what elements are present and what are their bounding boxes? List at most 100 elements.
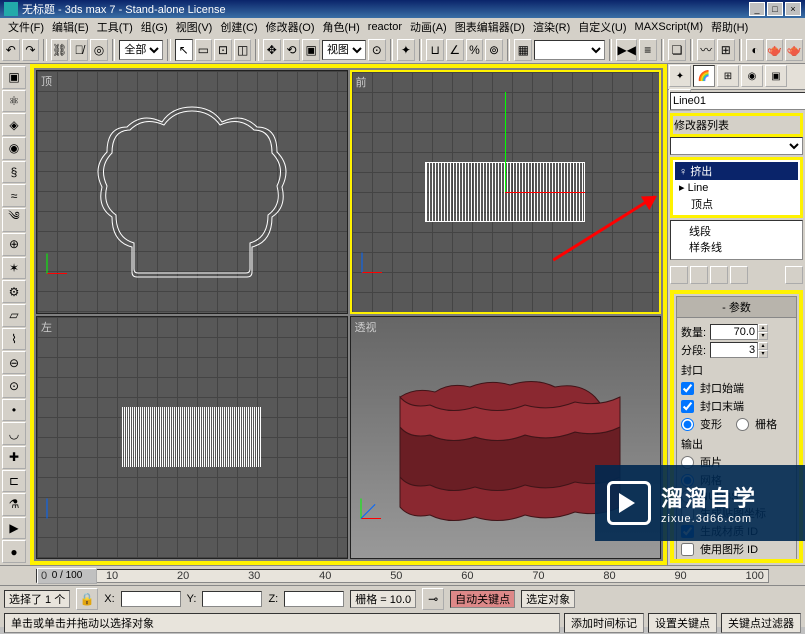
autokey-button[interactable]: 自动关键点 (450, 590, 515, 608)
quick-render-button[interactable]: 🫖 (785, 39, 803, 61)
close-button[interactable]: × (785, 2, 801, 16)
curve-editor-button[interactable]: 〰 (697, 39, 715, 61)
move-button[interactable]: ✥ (263, 39, 281, 61)
time-tag-button[interactable]: 添加时间标记 (564, 613, 644, 633)
pin-stack-icon[interactable] (670, 266, 688, 284)
remove-mod-icon[interactable] (730, 266, 748, 284)
keyfilter-button[interactable]: 关键点过滤器 (721, 613, 801, 633)
make-unique-icon[interactable] (710, 266, 728, 284)
setkey-button[interactable]: 设置关键点 (648, 613, 717, 633)
cap-end-check[interactable] (681, 400, 694, 413)
morph-radio[interactable] (681, 418, 694, 431)
spring-icon[interactable]: ⌇ (2, 328, 26, 351)
menu-customize[interactable]: 自定义(U) (574, 19, 630, 35)
window-crossing-button[interactable]: ◫ (234, 39, 252, 61)
bind-button[interactable]: ◎ (90, 39, 108, 61)
menu-views[interactable]: 视图(V) (172, 19, 217, 35)
selkey-button[interactable]: 选定对象 (521, 590, 575, 608)
grid-radio[interactable] (736, 418, 749, 431)
wind-icon[interactable]: ༄ (2, 208, 26, 232)
create-anim-icon[interactable]: ● (2, 540, 26, 563)
select-region-button[interactable]: ⊡ (214, 39, 232, 61)
amount-down[interactable]: ▾ (758, 332, 768, 340)
render-scene-button[interactable]: 🫖 (766, 39, 784, 61)
hierarchy-tab-icon[interactable]: ⊞ (717, 65, 739, 87)
named-sets-button[interactable]: ▦ (514, 39, 532, 61)
unlink-button[interactable]: ⛓̸ (70, 39, 88, 61)
plane-icon[interactable]: ▱ (2, 304, 26, 327)
motion-tab-icon[interactable]: ◉ (741, 65, 763, 87)
object-name-field[interactable] (670, 92, 805, 110)
menu-maxscript[interactable]: MAXScript(M) (631, 21, 707, 33)
scale-button[interactable]: ▣ (302, 39, 320, 61)
car-icon[interactable]: ⊙ (2, 375, 26, 398)
modifier-stack[interactable]: ♀ 挤出 ▸ Line 顶点 (670, 157, 803, 218)
viewport-front[interactable]: 前 (350, 70, 662, 314)
rollout-title[interactable]: - 参数 (677, 297, 796, 318)
menu-edit[interactable]: 编辑(E) (48, 19, 93, 35)
motor-icon[interactable]: ⚙ (2, 280, 26, 303)
menu-graph[interactable]: 图表编辑器(D) (451, 19, 529, 35)
modifier-list-select[interactable] (670, 137, 803, 155)
softbody-icon[interactable]: ◉ (2, 137, 26, 160)
x-coord-input[interactable] (121, 591, 181, 607)
manip-button[interactable]: ✦ (397, 39, 415, 61)
angle-snap-button[interactable]: ∠ (446, 39, 464, 61)
mirror-button[interactable]: ▶◀ (616, 39, 636, 61)
segs-down[interactable]: ▾ (758, 350, 768, 358)
cap-start-check[interactable] (681, 382, 694, 395)
show-result-icon[interactable] (690, 266, 708, 284)
tab-panel-icon[interactable]: ▣ (2, 66, 26, 89)
stack-extrude[interactable]: ♀ 挤出 (675, 162, 798, 180)
stack-segment[interactable]: 线段 (673, 223, 800, 239)
y-coord-input[interactable] (202, 591, 262, 607)
modify-tab-icon[interactable]: 🌈 (693, 65, 715, 87)
menu-create[interactable]: 创建(C) (216, 19, 261, 35)
stack-spline[interactable]: 样条线 (673, 239, 800, 255)
viewport-left[interactable]: 左 (36, 316, 348, 560)
amount-input[interactable] (710, 324, 758, 340)
segs-up[interactable]: ▴ (758, 342, 768, 350)
selection-filter[interactable]: 全部 (119, 40, 163, 60)
snap-button[interactable]: ⊔ (426, 39, 444, 61)
menu-tools[interactable]: 工具(T) (93, 19, 137, 35)
key-mode-icon[interactable]: ⊸ (422, 588, 444, 610)
rope-icon[interactable]: § (2, 161, 26, 184)
menu-animation[interactable]: 动画(A) (406, 19, 451, 35)
analyze-icon[interactable]: ⚗ (2, 493, 26, 516)
stack-line[interactable]: ▸ Line (675, 180, 798, 195)
minimize-button[interactable]: _ (749, 2, 765, 16)
lock-icon[interactable]: 🔒 (76, 588, 98, 610)
material-button[interactable]: ◐ (746, 39, 764, 61)
smooth-check[interactable] (681, 561, 694, 564)
dashpot-icon[interactable]: ⊖ (2, 351, 26, 374)
stack-vertex[interactable]: 顶点 (675, 195, 798, 213)
fracture-icon[interactable]: ✶ (2, 257, 26, 280)
spinner-snap-button[interactable]: ⊚ (485, 39, 503, 61)
align-button[interactable]: ≡ (639, 39, 657, 61)
menu-reactor[interactable]: reactor (364, 21, 406, 33)
amount-up[interactable]: ▴ (758, 324, 768, 332)
menu-modifiers[interactable]: 修改器(O) (262, 19, 319, 35)
cloth-icon[interactable]: ◈ (2, 113, 26, 136)
time-slider[interactable]: 0 / 100 0102030405060708090100 (0, 565, 805, 585)
menu-render[interactable]: 渲染(R) (529, 19, 574, 35)
select-button[interactable]: ↖ (175, 39, 193, 61)
modifier-stack-lower[interactable]: 线段 样条线 (670, 220, 803, 260)
redo-button[interactable]: ↷ (22, 39, 40, 61)
menu-character[interactable]: 角色(H) (319, 19, 364, 35)
use-shape-check[interactable] (681, 543, 694, 556)
link-button[interactable]: ⛓ (51, 39, 69, 61)
maximize-button[interactable]: □ (767, 2, 783, 16)
rotate-button[interactable]: ⟲ (283, 39, 301, 61)
toy-icon[interactable]: ⊕ (2, 233, 26, 256)
undo-button[interactable]: ↶ (2, 39, 20, 61)
point-icon[interactable]: • (2, 399, 26, 422)
prismatic-icon[interactable]: ⊏ (2, 470, 26, 493)
configure-sets-icon[interactable] (785, 266, 803, 284)
menu-file[interactable]: 文件(F) (4, 19, 48, 35)
named-sets-select[interactable] (534, 40, 605, 60)
layer-button[interactable]: ❏ (668, 39, 686, 61)
select-name-button[interactable]: ▭ (195, 39, 213, 61)
schematic-button[interactable]: ⊞ (717, 39, 735, 61)
